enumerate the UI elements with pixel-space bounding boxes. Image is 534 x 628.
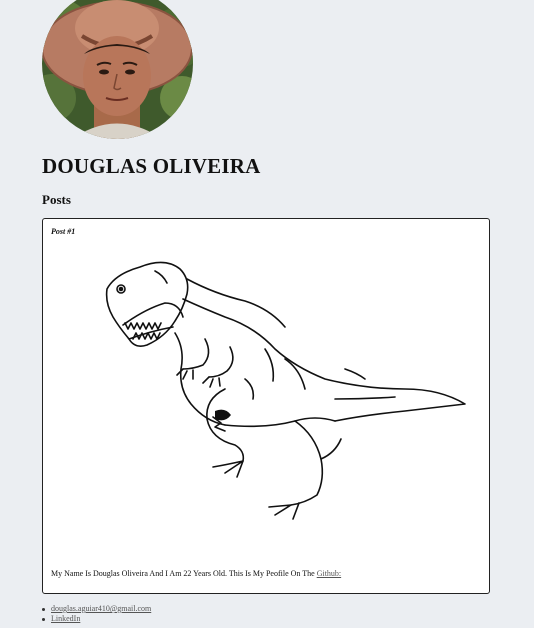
avatar-photo [42,0,193,139]
profile-page: DOUGLAS OLIVEIRA Posts Post #1 My Name I… [0,0,534,628]
linkedin-link[interactable]: LinkedIn [51,614,80,623]
t-rex-drawing [105,261,466,520]
post-title: Post #1 [51,227,76,236]
list-item: douglas.aguiar410@gmail.com [41,604,151,614]
avatar [42,0,193,139]
posts-heading: Posts [42,192,71,207]
post-description: My Name Is Douglas Oliveira And I Am 22 … [51,569,317,578]
post-text: My Name Is Douglas Oliveira And I Am 22 … [51,569,341,578]
list-item: LinkedIn [41,614,151,624]
github-link[interactable]: Github: [317,569,341,578]
email-link[interactable]: douglas.aguiar410@gmail.com [51,604,151,613]
post-card: Post #1 My Name Is Douglas Oliveira And … [42,218,490,594]
profile-name: DOUGLAS OLIVEIRA [42,154,261,178]
contact-list: douglas.aguiar410@gmail.com LinkedIn [41,604,151,624]
